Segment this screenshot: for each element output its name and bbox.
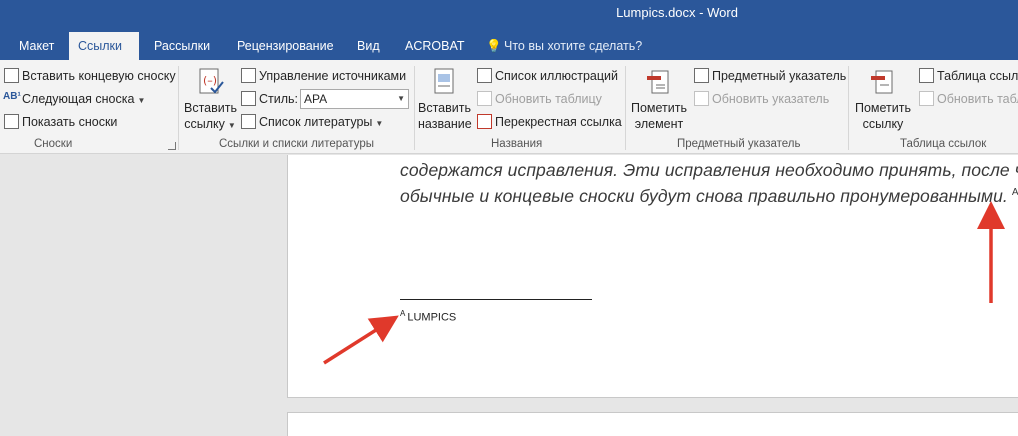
footnote[interactable]: A LUMPICS bbox=[400, 309, 456, 324]
document-text-line: обычные и концевые сноски будут снова пр… bbox=[400, 186, 1018, 206]
insert-endnote-icon bbox=[4, 68, 19, 83]
mark-entry-label-2: элемент bbox=[634, 117, 684, 131]
mark-citation-label-2: ссылку bbox=[862, 117, 904, 131]
next-footnote-button[interactable]: Следующая сноска ▼ bbox=[22, 91, 145, 109]
show-notes-button[interactable]: Показать сноски bbox=[22, 114, 117, 130]
insert-citation-icon: (–) bbox=[199, 68, 224, 94]
update-index-button[interactable]: Обновить указатель bbox=[712, 91, 829, 107]
tab-acrobat[interactable]: ACROBAT bbox=[396, 32, 474, 60]
insert-caption-button[interactable]: Вставить название bbox=[418, 66, 472, 132]
update-toa-icon bbox=[919, 91, 934, 106]
window-title: Lumpics.docx - Word bbox=[616, 5, 738, 20]
group-label-captions: Названия bbox=[491, 138, 543, 150]
group-label-footnotes: Сноски bbox=[34, 138, 73, 150]
insert-caption-icon bbox=[434, 68, 454, 94]
next-document-page[interactable] bbox=[287, 412, 1018, 436]
group-label-toa: Таблица ссылок bbox=[900, 138, 987, 150]
next-footnote-icon: AB¹ bbox=[3, 91, 21, 102]
mark-entry-icon bbox=[647, 70, 669, 94]
insert-caption-label-2: название bbox=[418, 117, 472, 131]
chevron-down-icon: ▼ bbox=[397, 94, 405, 103]
tab-review[interactable]: Рецензирование bbox=[228, 32, 343, 60]
chevron-down-icon: ▼ bbox=[375, 119, 384, 128]
cross-reference-icon bbox=[477, 114, 492, 129]
group-separator bbox=[625, 66, 626, 150]
tab-mailings[interactable]: Рассылки bbox=[145, 32, 219, 60]
document-text-line: содержатся исправления. Эти исправления … bbox=[400, 160, 1018, 180]
mark-entry-label-1: Пометить bbox=[630, 101, 687, 115]
ribbon-references: Вставить концевую сноску AB¹ Следующая с… bbox=[0, 60, 1018, 154]
manage-sources-icon bbox=[241, 68, 256, 83]
group-separator bbox=[178, 66, 179, 150]
table-of-figures-button[interactable]: Список иллюстраций bbox=[495, 68, 618, 84]
group-label-citations: Ссылки и списки литературы bbox=[219, 138, 374, 150]
manage-sources-button[interactable]: Управление источниками bbox=[259, 68, 406, 84]
footnote-mark: A bbox=[400, 309, 406, 318]
group-separator bbox=[848, 66, 849, 150]
insert-toa-icon bbox=[919, 68, 934, 83]
footnote-separator bbox=[400, 299, 592, 300]
insert-citation-label-1: Вставить bbox=[184, 101, 237, 115]
insert-toa-button[interactable]: Таблица ссылок bbox=[937, 68, 1018, 84]
document-page[interactable]: содержатся исправления. Эти исправления … bbox=[287, 155, 1018, 398]
tell-me-text: Что вы хотите сделать? bbox=[504, 39, 643, 53]
dialog-launcher-icon[interactable] bbox=[168, 142, 176, 150]
title-bar: Lumpics.docx - Word bbox=[0, 0, 1018, 32]
cross-reference-button[interactable]: Перекрестная ссылка bbox=[495, 114, 622, 130]
group-separator bbox=[414, 66, 415, 150]
mark-citation-icon bbox=[871, 70, 893, 94]
insert-index-button[interactable]: Предметный указатель bbox=[712, 68, 846, 84]
update-table-icon bbox=[477, 91, 492, 106]
style-label: Стиль: bbox=[259, 92, 299, 106]
lightbulb-icon: 💡 bbox=[486, 39, 502, 53]
group-label-index: Предметный указатель bbox=[677, 138, 801, 150]
insert-caption-label-1: Вставить bbox=[418, 101, 471, 115]
endnote-reference-mark[interactable]: A bbox=[1012, 187, 1018, 198]
update-index-icon bbox=[694, 91, 709, 106]
table-of-figures-icon bbox=[477, 68, 492, 83]
ribbon-tabs: Макет Ссылки Рассылки Рецензирование Вид… bbox=[0, 32, 1018, 61]
style-icon bbox=[241, 91, 256, 106]
mark-citation-button[interactable]: Пометить ссылку bbox=[853, 66, 913, 132]
footnote-text: LUMPICS bbox=[407, 311, 457, 324]
insert-citation-button[interactable]: (–) Вставить ссылку ▼ bbox=[184, 66, 237, 134]
style-value: APA bbox=[304, 92, 328, 106]
tab-view[interactable]: Вид bbox=[348, 32, 389, 60]
svg-text:(–): (–) bbox=[203, 74, 217, 87]
bibliography-icon bbox=[241, 114, 256, 129]
mark-entry-button[interactable]: Пометить элемент bbox=[630, 66, 688, 132]
style-dropdown[interactable]: APA ▼ bbox=[300, 89, 409, 109]
tab-layout[interactable]: Макет bbox=[10, 32, 63, 60]
insert-citation-label-2: ссылку ▼ bbox=[184, 117, 236, 131]
next-footnote-label: Следующая сноска bbox=[22, 92, 135, 106]
mark-citation-label-1: Пометить bbox=[854, 101, 911, 115]
insert-endnote-button[interactable]: Вставить концевую сноску bbox=[22, 68, 176, 84]
insert-index-icon bbox=[694, 68, 709, 83]
chevron-down-icon: ▼ bbox=[137, 96, 146, 105]
bibliography-label: Список литературы bbox=[259, 115, 373, 129]
tell-me-box[interactable]: 💡 Что вы хотите сделать? bbox=[486, 32, 642, 60]
bibliography-button[interactable]: Список литературы ▼ bbox=[259, 114, 383, 132]
tab-references[interactable]: Ссылки bbox=[69, 32, 139, 61]
show-notes-icon bbox=[4, 114, 19, 129]
update-toa-button[interactable]: Обновить таблицу bbox=[937, 91, 1018, 107]
update-table-button[interactable]: Обновить таблицу bbox=[495, 91, 602, 107]
